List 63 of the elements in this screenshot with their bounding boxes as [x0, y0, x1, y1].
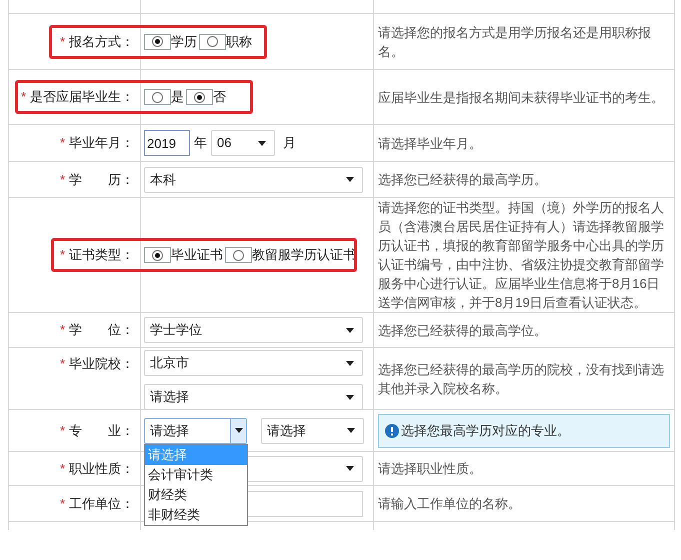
radio-button[interactable] — [199, 34, 226, 50]
field-label: 毕业院校： — [69, 355, 134, 373]
field-label: 是否应届毕业生： — [30, 88, 134, 106]
caret-icon — [346, 328, 354, 332]
year-field[interactable]: 2019 — [144, 130, 190, 156]
dropdown-option[interactable]: 会计审计类 — [145, 464, 247, 484]
field-label: 职业性质： — [69, 460, 134, 478]
dropdown[interactable]: 请选择 — [261, 418, 364, 444]
radio-button[interactable] — [144, 247, 171, 263]
radio-label: 是 — [171, 88, 184, 106]
year-unit: 年 — [194, 134, 207, 152]
hint-text: 选择您已经获得的最高学位。 — [378, 322, 547, 340]
hint-text: 选择您已经获得的最高学历的院校，没有找到请选其他并录入院校名称。 — [378, 361, 665, 398]
required-mark: * — [60, 246, 65, 264]
dropdown[interactable]: 学士学位 — [144, 317, 363, 343]
hint-text: 请选择毕业年月。 — [378, 134, 482, 152]
caret-icon — [346, 360, 354, 366]
required-mark: * — [60, 321, 65, 340]
required-mark: * — [60, 134, 65, 152]
caret-icon — [347, 428, 355, 433]
radio-button[interactable] — [186, 89, 213, 105]
dropdown-option[interactable]: 非财经类 — [145, 504, 247, 524]
dropdown[interactable]: 请选择 — [144, 384, 363, 410]
dropdown[interactable]: 北京市 — [144, 350, 363, 376]
required-mark: * — [60, 422, 65, 440]
field-label: 学 位： — [69, 321, 134, 340]
dropdown[interactable]: 请选择 — [144, 418, 247, 444]
field-label: 毕业年月： — [69, 134, 134, 152]
required-mark: * — [60, 170, 65, 189]
required-mark: * — [20, 88, 26, 106]
radio-label: 学历 — [171, 32, 197, 51]
info-message: 选择您最高学历对应的专业。 — [378, 414, 670, 448]
radio-label: 否 — [213, 88, 226, 106]
info-icon — [385, 424, 399, 438]
radio-label: 职称 — [226, 32, 252, 51]
field-label: 工作单位： — [69, 494, 134, 513]
hint-text: 请选择职业性质。 — [378, 460, 482, 478]
month-unit: 月 — [283, 134, 296, 152]
field-label: 专 业： — [69, 422, 134, 440]
field-label: 学 历： — [69, 170, 134, 189]
required-mark: * — [60, 494, 65, 513]
dropdown[interactable]: 本科 — [144, 166, 363, 192]
hint-text: 请输入工作单位的名称。 — [378, 495, 521, 513]
field-label: 证书类型： — [69, 246, 134, 264]
radio-button[interactable] — [144, 89, 171, 105]
hint-text: 请选择您的证书类型。持国（境）外学历的报名人员（含港澳台居民居住证持有人）请选择教留服学历认证书，填报的教育部留学服务中心出具的学历认证书编号，由中注协、省级注协提交教育部留学服务中心进行认证。应届毕业生信息将于8月16日送学信网审核，并于8月19日后查看认证状态。 — [378, 199, 665, 312]
required-mark: * — [60, 460, 65, 478]
radio-label: 毕业证书 — [171, 246, 223, 264]
caret-icon — [346, 177, 354, 182]
field-label: 报名方式： — [69, 32, 134, 51]
hint-text: 选择您已经获得的最高学历。 — [378, 171, 547, 189]
hint-text: 请选择您的报名方式是用学历报名还是用职称报名。 — [378, 24, 652, 60]
caret-icon — [346, 466, 354, 471]
dropdown[interactable]: 06 — [211, 130, 275, 156]
required-mark: * — [60, 32, 65, 51]
dropdown-option[interactable]: 财经类 — [145, 484, 247, 504]
required-mark: * — [60, 355, 65, 373]
caret-icon — [234, 428, 242, 433]
caret-icon — [258, 140, 266, 146]
hint-text: 应届毕业生是指报名期间未获得毕业证书的考生。 — [378, 88, 664, 106]
radio-button[interactable] — [144, 34, 171, 50]
radio-button[interactable] — [225, 247, 252, 263]
caret-icon — [346, 394, 354, 400]
